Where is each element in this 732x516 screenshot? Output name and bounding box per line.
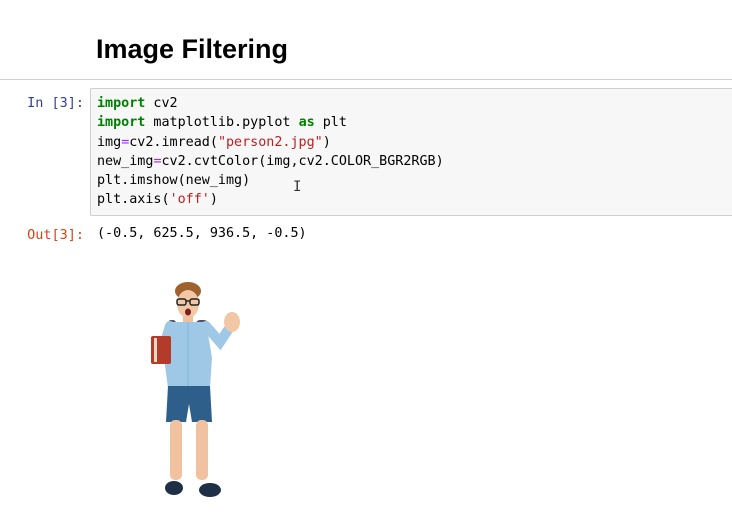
person-image xyxy=(151,282,240,497)
text-cursor-icon: I xyxy=(293,179,302,195)
code-line-6: plt.axis('off') xyxy=(97,192,218,208)
output-text: (-0.5, 625.5, 936.5, -0.5) xyxy=(97,226,307,241)
code-line-3: img=cv2.imread("person2.jpg") xyxy=(97,134,331,150)
code-line-2: import matplotlib.pyplot as plt xyxy=(97,115,347,131)
cell-divider xyxy=(0,79,732,80)
code-line-1: import cv2 xyxy=(97,96,178,111)
code-text[interactable]: import cv2 import matplotlib.pyplot as p… xyxy=(97,94,444,210)
output-prompt: Out[3]: xyxy=(27,227,84,243)
input-prompt: In [3]: xyxy=(27,95,84,111)
markdown-heading: Image Filtering xyxy=(96,34,289,64)
code-line-4: new_img=cv2.cvtColor(img,cv2.COLOR_BGR2R… xyxy=(97,153,444,169)
code-cell-editor[interactable]: import cv2 import matplotlib.pyplot as p… xyxy=(90,88,732,216)
code-line-5: plt.imshow(new_img) xyxy=(97,173,251,189)
